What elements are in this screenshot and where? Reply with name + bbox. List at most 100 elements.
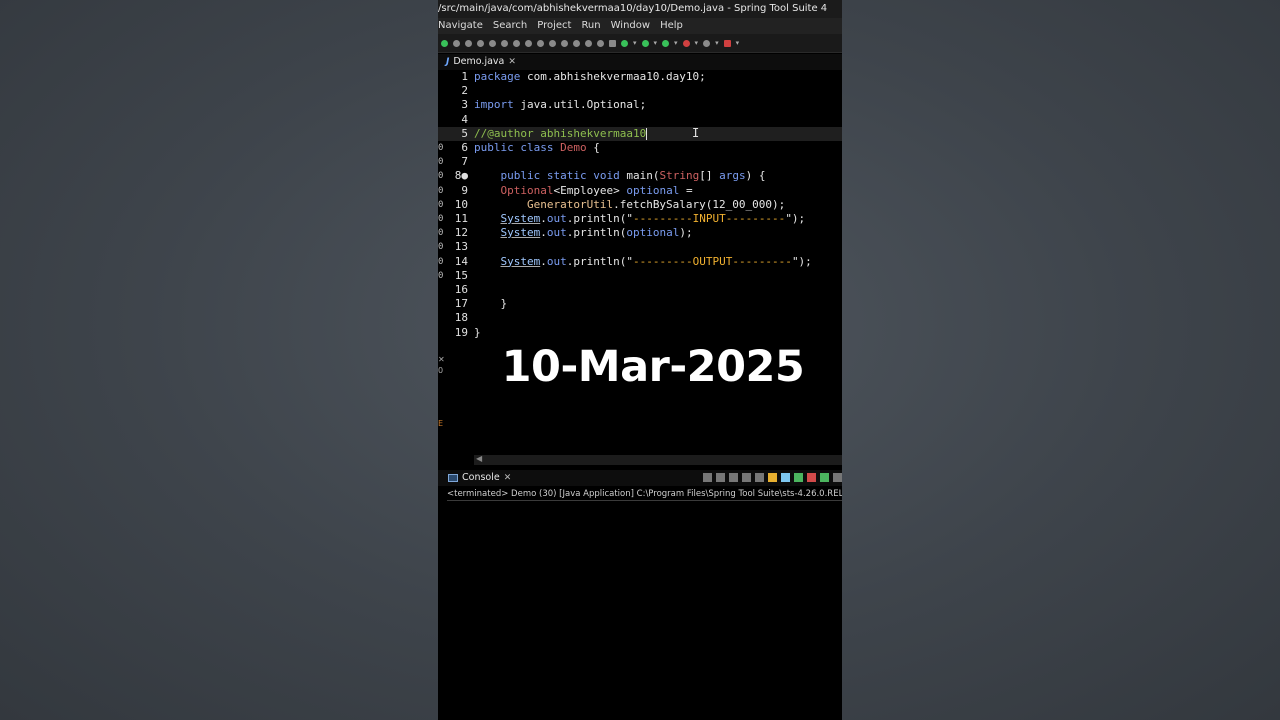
code-token: { xyxy=(586,141,600,154)
menu-help[interactable]: Help xyxy=(655,18,688,34)
toolbar-tool-icon[interactable] xyxy=(477,39,484,47)
toolbar-tool-icon[interactable] xyxy=(609,39,616,47)
code-token: } xyxy=(474,325,481,339)
toolbar-tool-icon[interactable] xyxy=(549,39,556,47)
code-line[interactable]: 0 12 System.out.println(optional); xyxy=(438,226,842,240)
status-dot-icon[interactable] xyxy=(441,39,448,47)
line-number: 16 xyxy=(454,283,468,296)
close-icon[interactable]: ✕ xyxy=(504,470,512,486)
code-line[interactable]: 17 } xyxy=(438,297,842,311)
line-number: 17 xyxy=(454,297,468,311)
menu-run[interactable]: Run xyxy=(576,18,605,34)
toolbar-tool-icon[interactable] xyxy=(525,39,532,47)
code-line[interactable]: 09 Optional<Employee> optional = xyxy=(438,184,842,198)
chevron-down-icon[interactable]: ▾ xyxy=(654,39,658,47)
code-token: out xyxy=(546,254,567,268)
code-line[interactable]: 0 13 xyxy=(438,240,842,254)
external-tools-icon[interactable] xyxy=(682,39,690,47)
horizontal-scrollbar[interactable]: ◀ xyxy=(474,454,842,465)
pin-console-icon[interactable] xyxy=(820,473,829,482)
line-number: 3 xyxy=(461,98,468,112)
console-tab[interactable]: Console ✕ xyxy=(448,470,511,486)
code-line[interactable]: 0 10 GeneratorUtil.fetchBySalary(12_00_00… xyxy=(438,198,842,212)
code-line[interactable]: 0 6 public class Demo { xyxy=(438,141,842,155)
code-token: . xyxy=(540,212,547,225)
open-console-icon[interactable] xyxy=(833,473,842,482)
menu-window[interactable]: Window xyxy=(606,18,655,34)
toolbar-tool-icon[interactable] xyxy=(453,39,460,47)
code-line[interactable]: 2 xyxy=(438,84,842,98)
toolbar-tool-icon[interactable] xyxy=(573,39,580,47)
chevron-left-icon[interactable]: ◀ xyxy=(476,454,482,463)
refresh-icon[interactable] xyxy=(703,473,712,482)
console-tab-label: Console xyxy=(462,472,500,483)
gutter-marker-icon: E xyxy=(438,419,444,428)
console-icon xyxy=(448,474,458,482)
code-token: Demo xyxy=(560,141,587,154)
console-tab-bar: Console ✕ xyxy=(438,470,842,486)
code-line[interactable]: 18 xyxy=(438,311,842,325)
date-overlay: 10-Mar-2025 xyxy=(501,342,805,392)
chevron-down-icon[interactable]: ▾ xyxy=(695,39,699,47)
chevron-down-icon[interactable]: ▾ xyxy=(633,39,637,47)
line-number: 18 xyxy=(454,311,468,325)
menu-search[interactable]: Search xyxy=(488,18,532,34)
code-line[interactable]: 16 xyxy=(438,283,842,297)
code-line[interactable]: 0 14 System.out.println("---------OUTPUT-… xyxy=(438,255,842,269)
code-line[interactable]: 1 package com.abhishekvermaa10.day10; xyxy=(438,70,842,84)
code-editor[interactable]: 1 package com.abhishekvermaa10.day10; 2 3 im… xyxy=(438,68,842,348)
code-token: System xyxy=(500,212,541,225)
code-token: .println(" xyxy=(566,254,633,268)
chevron-down-icon[interactable]: ▾ xyxy=(715,39,719,47)
code-token: ---------INPUT--------- xyxy=(632,212,786,225)
code-token: main( xyxy=(626,169,660,183)
show-error-icon[interactable] xyxy=(807,473,816,482)
toolbar-tool-icon[interactable] xyxy=(703,39,711,47)
code-token: .println(" xyxy=(566,212,633,225)
code-line[interactable]: 0 8● public static void main(String[] arg… xyxy=(438,169,842,183)
toolbar-tool-icon[interactable] xyxy=(537,39,544,47)
menu-project[interactable]: Project xyxy=(532,18,576,34)
menu-navigate[interactable]: Navigate xyxy=(438,18,488,34)
terminate-icon[interactable] xyxy=(716,473,725,482)
toolbar-tool-icon[interactable] xyxy=(513,39,520,47)
code-line[interactable]: 0 11 System.out.println("---------INPUT--… xyxy=(438,212,842,226)
remove-all-icon[interactable] xyxy=(742,473,751,482)
scroll-lock-icon[interactable] xyxy=(768,473,777,482)
line-number: 9 xyxy=(461,183,468,197)
main-toolbar: ▾ ▾ ▾ ▾ ▾ ▾ xyxy=(438,34,842,53)
chevron-down-icon[interactable]: ▾ xyxy=(736,39,740,47)
coverage-icon[interactable] xyxy=(662,39,670,47)
code-token: .println( xyxy=(566,226,627,240)
toolbar-tool-icon[interactable] xyxy=(465,39,472,47)
code-text: System.out.println("---------INPUT------… xyxy=(474,212,806,226)
chevron-down-icon[interactable]: ▾ xyxy=(674,39,678,47)
code-text: public class Demo { xyxy=(474,141,600,155)
clear-console-icon[interactable] xyxy=(755,473,764,482)
remove-launch-icon[interactable] xyxy=(729,473,738,482)
toolbar-tool-icon[interactable] xyxy=(561,39,568,47)
run-icon[interactable] xyxy=(641,39,649,47)
show-console-icon[interactable] xyxy=(794,473,803,482)
menu-bar: Navigate Search Project Run Window Help xyxy=(438,18,842,34)
code-line[interactable]: 07 xyxy=(438,155,842,169)
code-token: java.util.Optional; xyxy=(513,98,647,112)
debug-icon[interactable] xyxy=(621,39,628,47)
code-token: ); xyxy=(679,226,693,240)
toolbar-tool-icon[interactable] xyxy=(501,39,508,47)
toolbar-tool-icon[interactable] xyxy=(585,39,592,47)
toolbar-tool-icon[interactable] xyxy=(489,39,496,47)
toolbar-tool-icon[interactable] xyxy=(723,39,731,47)
code-line[interactable]: 4 xyxy=(438,113,842,127)
code-token: out xyxy=(546,212,567,225)
code-line[interactable]: 5 //@author abhishekvermaa10 xyxy=(438,126,842,141)
code-token: . xyxy=(540,254,547,268)
line-number: 11 xyxy=(454,212,468,225)
code-line[interactable]: 3 import java.util.Optional; xyxy=(438,98,842,112)
word-wrap-icon[interactable] xyxy=(781,473,790,482)
code-line[interactable]: 19} xyxy=(438,326,842,340)
code-line[interactable]: 0 15 xyxy=(438,269,842,283)
toolbar-tool-icon[interactable] xyxy=(597,39,604,47)
code-token: optional xyxy=(626,183,680,197)
